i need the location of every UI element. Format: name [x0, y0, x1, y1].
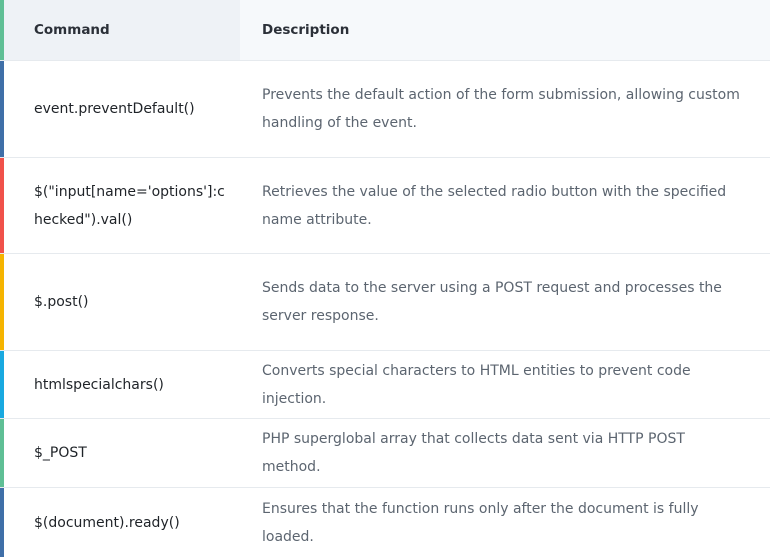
description-cell: PHP superglobal array that collects data… [262, 431, 685, 475]
table-row: event.preventDefault() Prevents the defa… [0, 61, 770, 158]
table-row: $.post() Sends data to the server using … [0, 254, 770, 351]
command-cell: htmlspecialchars() [34, 376, 164, 393]
command-cell: $("input[name='options']:checked").val() [34, 183, 225, 228]
description-cell: Converts special characters to HTML enti… [262, 362, 691, 407]
description-cell: Sends data to the server using a POST re… [262, 280, 722, 324]
command-cell: $(document).ready() [34, 514, 180, 531]
command-cell: $.post() [34, 294, 89, 310]
description-cell: Retrieves the value of the selected radi… [262, 183, 727, 228]
header-description: Description [240, 0, 770, 60]
header-command: Command [34, 22, 110, 38]
description-cell: Ensures that the function runs only afte… [262, 500, 699, 545]
description-cell: Prevents the default action of the form … [262, 87, 740, 131]
table-header: Command Description [0, 0, 770, 61]
table-row: $("input[name='options']:checked").val()… [0, 158, 770, 254]
table-row: $(document).ready() Ensures that the fun… [0, 488, 770, 557]
command-cell: event.preventDefault() [34, 101, 195, 117]
table-row: htmlspecialchars() Converts special char… [0, 351, 770, 419]
table-row: $_POST PHP superglobal array that collec… [0, 419, 770, 488]
commands-table: Command Description event.preventDefault… [0, 0, 770, 557]
command-cell: $_POST [34, 445, 87, 461]
